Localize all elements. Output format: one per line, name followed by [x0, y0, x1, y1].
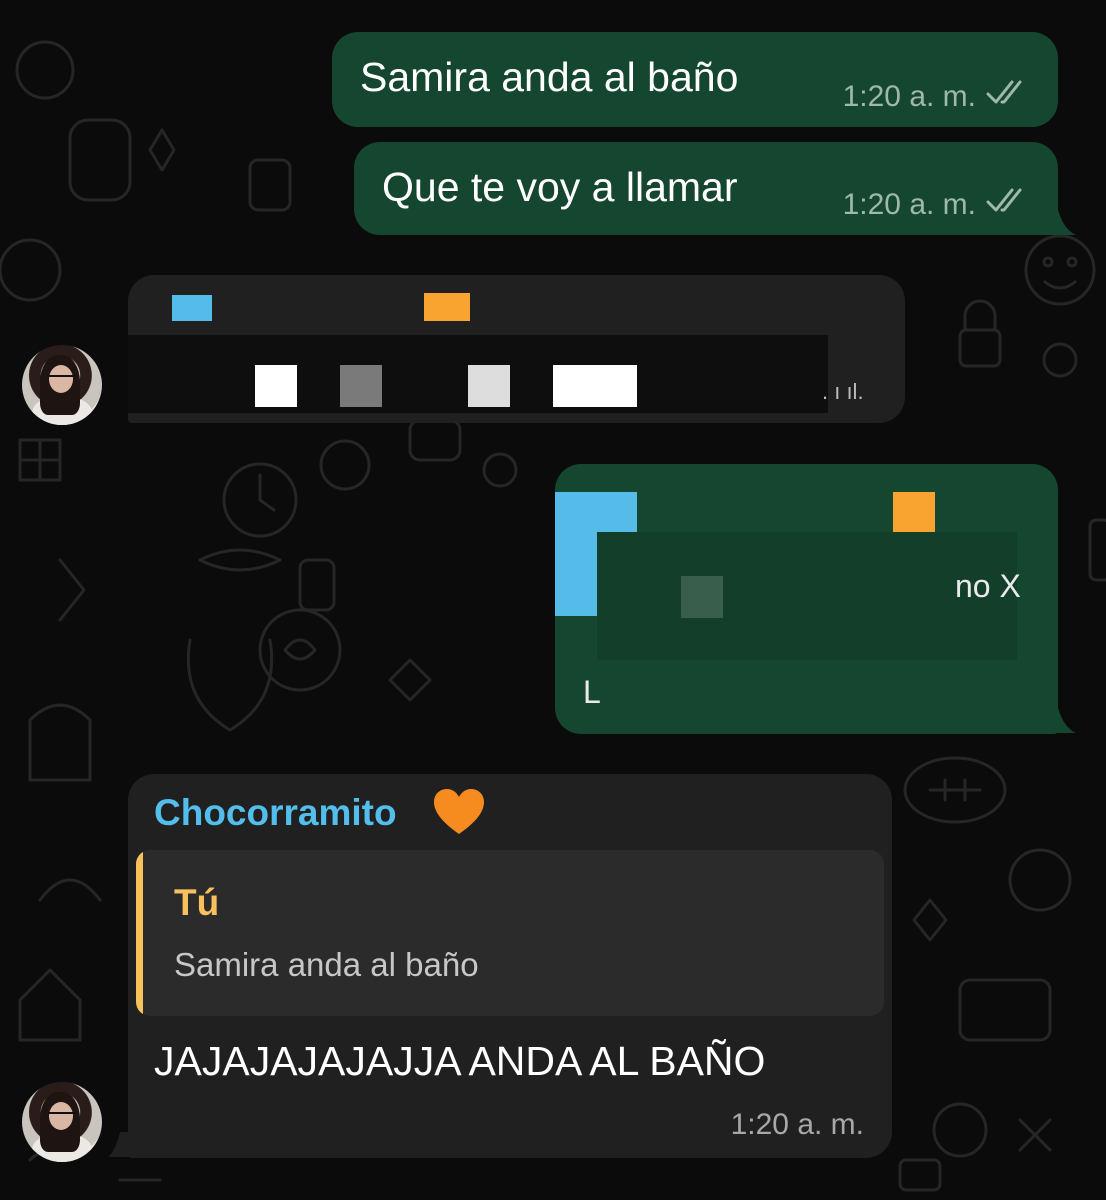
message-time: 1:20 a. m.	[730, 1108, 864, 1141]
bubble-tail	[108, 1132, 138, 1157]
quoted-message[interactable]: Tú Samira anda al baño	[136, 850, 884, 1016]
incoming-message-redacted[interactable]: . ı ıl.	[128, 275, 905, 423]
quote-text: Samira anda al baño	[174, 946, 479, 983]
quote-author: Tú	[174, 882, 220, 923]
redaction-block	[555, 532, 597, 616]
incoming-message-reply[interactable]: Chocorramito Tú Samira anda al baño JAJA…	[128, 774, 892, 1158]
message-meta: 1:20 a. m.	[843, 80, 1030, 114]
redaction-block	[681, 576, 723, 618]
message-meta: 1:20 a. m.	[731, 1108, 864, 1142]
message-text: Que te voy a llamar	[382, 164, 738, 210]
outgoing-message-1[interactable]: Samira anda al baño 1:20 a. m.	[332, 32, 1058, 127]
bubble-tail	[1040, 708, 1076, 733]
outgoing-message-redacted[interactable]: no X L	[555, 464, 1058, 734]
redaction-block	[424, 293, 470, 321]
redaction-block	[255, 365, 297, 407]
redaction-block	[340, 365, 382, 407]
redaction-block	[468, 365, 510, 407]
contact-avatar[interactable]	[22, 1082, 102, 1162]
message-text-fragment: L	[583, 674, 601, 710]
message-meta: 1:20 a. m.	[843, 188, 1030, 222]
quote-accent-bar	[136, 850, 143, 1016]
signal-bars-icon: . ı ıl.	[822, 379, 864, 404]
message-time: 1:20 a. m.	[842, 80, 976, 113]
message-text: Samira anda al baño	[360, 54, 739, 100]
message-text-fragment: no X	[955, 568, 1021, 604]
outgoing-message-2[interactable]: Que te voy a llamar 1:20 a. m.	[354, 142, 1058, 235]
double-check-icon	[986, 188, 1030, 222]
redaction-block	[893, 492, 935, 532]
contact-avatar[interactable]	[22, 345, 102, 425]
orange-heart-icon	[432, 788, 486, 843]
redaction-block	[172, 295, 212, 321]
double-check-icon	[986, 80, 1030, 114]
redaction-block	[597, 532, 1017, 660]
message-time: 1:20 a. m.	[842, 188, 976, 221]
redaction-block	[553, 365, 637, 407]
redaction-block	[555, 492, 637, 532]
bubble-tail	[1040, 210, 1076, 235]
sender-name[interactable]: Chocorramito	[154, 792, 397, 834]
message-text: JAJAJAJAJAJJA ANDA AL BAÑO	[154, 1038, 766, 1084]
